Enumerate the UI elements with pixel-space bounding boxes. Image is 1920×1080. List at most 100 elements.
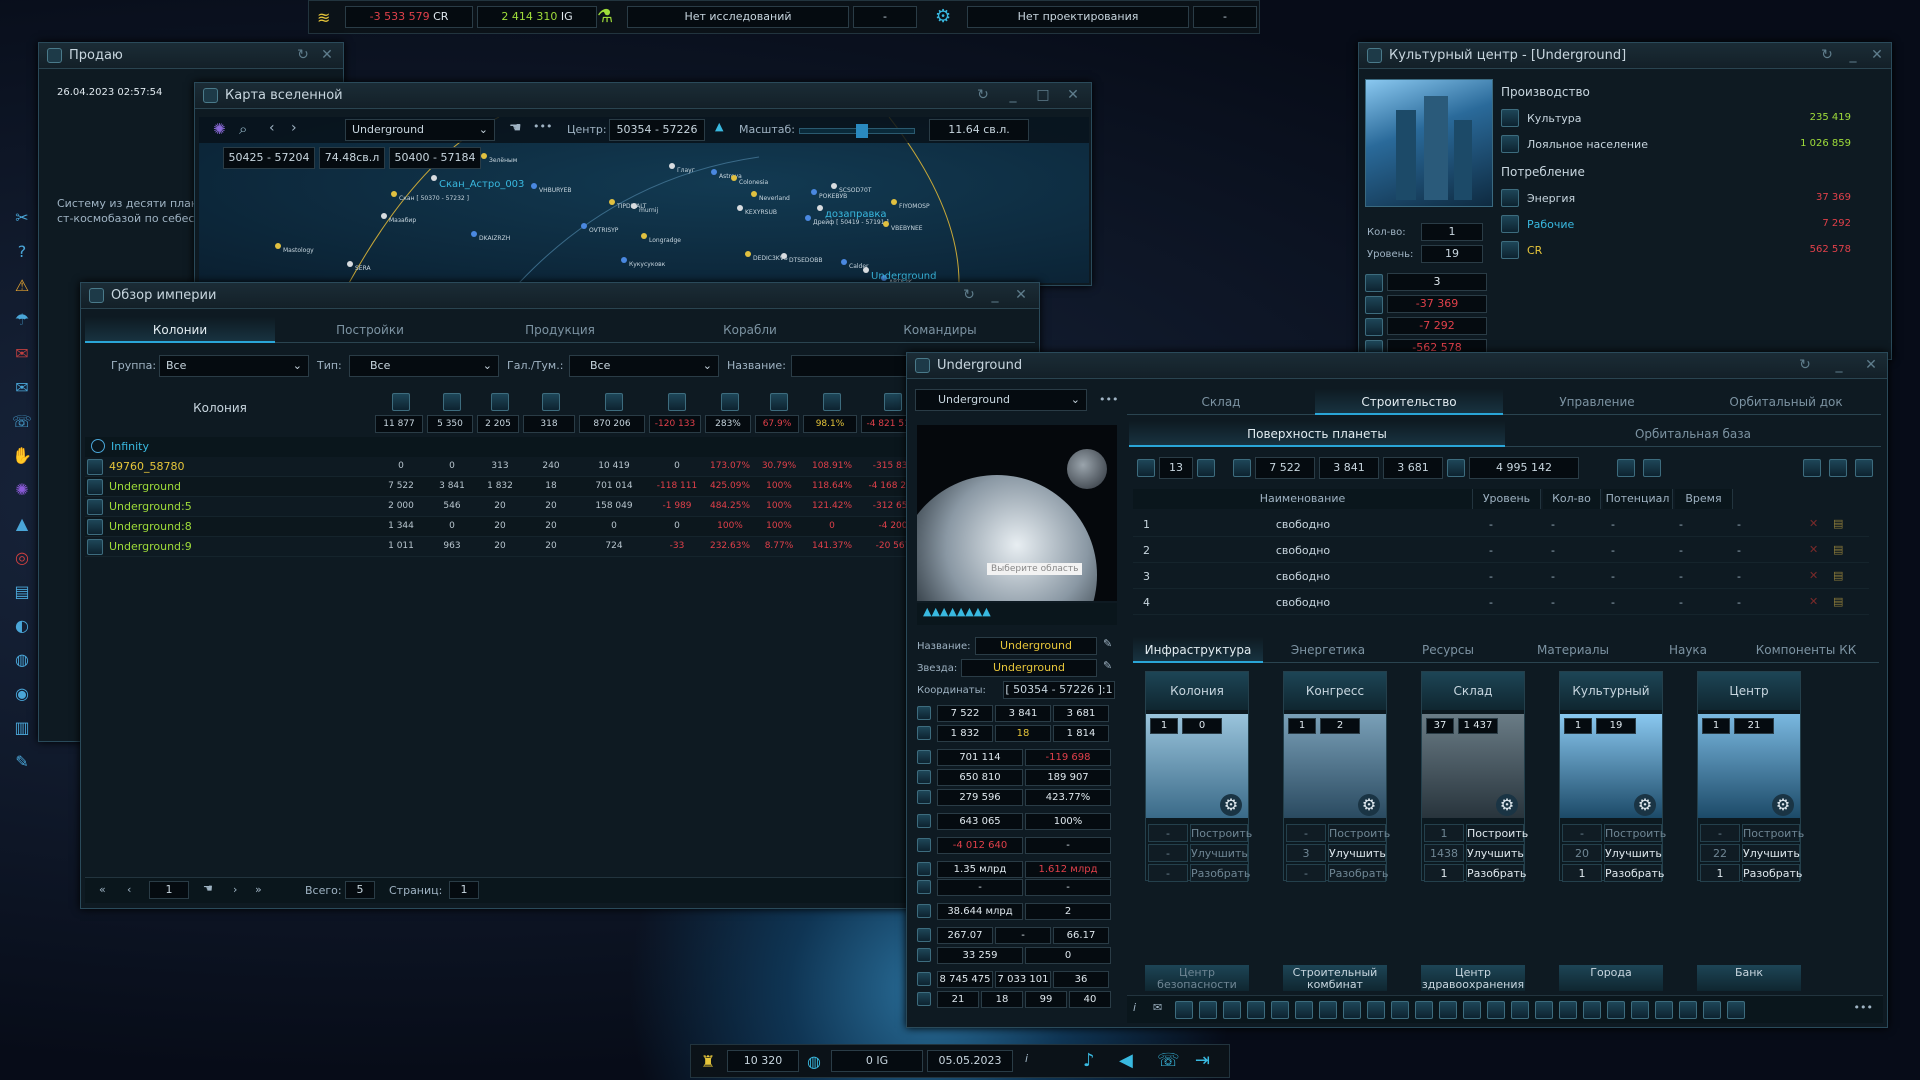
edit-icon[interactable]: ✎: [1103, 637, 1112, 650]
subtab-orbital-base[interactable]: Орбитальная база: [1505, 421, 1881, 447]
scale-slider[interactable]: [799, 124, 915, 138]
dismantle-button[interactable]: Разобрать: [1604, 864, 1664, 882]
hand-icon[interactable]: ☚: [509, 120, 522, 136]
forward-icon[interactable]: ›: [291, 120, 297, 136]
warning-icon[interactable]: ⚠: [10, 274, 34, 298]
minimize-icon[interactable]: _: [987, 287, 1003, 303]
map-titlebar[interactable]: Карта вселенной ↻ _ □ ✕: [195, 83, 1091, 109]
star-marker[interactable]: [431, 175, 437, 181]
category-tab[interactable]: Инфраструктура: [1133, 637, 1263, 663]
tab-production[interactable]: Продукция: [465, 317, 655, 343]
slot-row[interactable]: 2 свободно - - - - - ✕ ▤: [1133, 539, 1869, 563]
group-infinity-row[interactable]: Infinity: [85, 437, 1035, 457]
help-icon[interactable]: ?: [10, 240, 34, 264]
star-marker[interactable]: [609, 199, 615, 205]
build-slot-icon[interactable]: ▤: [1833, 543, 1843, 556]
settings-icon[interactable]: ✺: [213, 120, 226, 138]
building-card[interactable]: Культурный центр119⚙-Построить20Улучшить…: [1559, 671, 1666, 882]
toolbar-item-icon[interactable]: [1583, 1001, 1601, 1019]
slot-col-header[interactable]: Наименование: [1133, 489, 1473, 509]
ships-col-icon[interactable]: [668, 393, 686, 411]
toolbar-item-icon[interactable]: [1295, 1001, 1313, 1019]
toolbar-item-icon[interactable]: [1535, 1001, 1553, 1019]
info-icon[interactable]: i: [1133, 1001, 1136, 1014]
planet-icon[interactable]: ◐: [10, 614, 34, 638]
building-card[interactable]: Колония 1 0 ⚙ - Построить - Улучшить - Разобрать: [1145, 671, 1252, 882]
slot-col-header[interactable]: Время: [1675, 489, 1733, 509]
close-icon[interactable]: ✕: [319, 47, 335, 63]
toolbar-item-icon[interactable]: [1247, 1001, 1265, 1019]
book-icon[interactable]: ▤: [10, 580, 34, 604]
eye-icon[interactable]: ◉: [10, 682, 34, 706]
toolbar-item-icon[interactable]: [1319, 1001, 1337, 1019]
slot-col-header[interactable]: Кол-во: [1543, 489, 1601, 509]
delete-icon[interactable]: ✕: [1809, 517, 1818, 530]
build-slot-icon[interactable]: ▤: [1833, 517, 1843, 530]
page-input[interactable]: 1: [149, 881, 189, 899]
fleet-icon[interactable]: ▲: [10, 512, 34, 536]
toolbar-item-icon[interactable]: [1199, 1001, 1217, 1019]
category-tab[interactable]: Наука: [1643, 637, 1733, 663]
toolbar-item-icon[interactable]: [1463, 1001, 1481, 1019]
galaxy-icon[interactable]: ✺: [10, 478, 34, 502]
design-status[interactable]: Нет проектирования: [967, 6, 1189, 28]
star-marker[interactable]: [381, 213, 387, 219]
energy-col-icon[interactable]: [770, 393, 788, 411]
toolbar-item-icon[interactable]: [1223, 1001, 1241, 1019]
minimize-icon[interactable]: _: [1831, 357, 1847, 373]
tab-buildings[interactable]: Постройки: [275, 317, 465, 343]
ship-icon[interactable]: ▲: [715, 120, 723, 133]
toolbar-item-icon[interactable]: [1175, 1001, 1193, 1019]
upgrade-button[interactable]: Улучшить: [1466, 844, 1524, 862]
toolbar-item-icon[interactable]: [1559, 1001, 1577, 1019]
toolbar-item-icon[interactable]: [1511, 1001, 1529, 1019]
type-select[interactable]: Все ⌄: [349, 355, 499, 377]
refresh-icon[interactable]: ↻: [295, 47, 311, 63]
gal-select[interactable]: Все ⌄: [569, 355, 719, 377]
toolbar-item-icon[interactable]: [1391, 1001, 1409, 1019]
production-col-icon[interactable]: [491, 393, 509, 411]
fleet-icon[interactable]: ▲▲▲▲▲▲▲▲: [923, 605, 991, 618]
minimize-icon[interactable]: _: [1845, 47, 1861, 63]
dismantle-button[interactable]: Разобрать: [1328, 864, 1388, 882]
empire-titlebar[interactable]: Обзор империи ↻ _ ✕: [81, 283, 1039, 309]
center-coords[interactable]: 50354 - 57226: [609, 119, 705, 141]
mail-icon[interactable]: ✉: [1153, 1001, 1162, 1014]
building-card[interactable]: Склад 37 1 437 ⚙ 1 Построить 1438 Улучшить 1 Разо…: [1421, 671, 1528, 882]
map-system-select[interactable]: Underground ⌄: [345, 119, 495, 141]
happiness-col-icon[interactable]: [823, 393, 841, 411]
workers-col-icon[interactable]: [443, 393, 461, 411]
planet-selector[interactable]: Underground ⌄: [915, 389, 1087, 411]
hand-icon[interactable]: ☚: [203, 882, 213, 895]
star-marker[interactable]: [347, 261, 353, 267]
build-button[interactable]: Построить: [1190, 824, 1252, 842]
building-card-name[interactable]: Банк: [1697, 965, 1801, 991]
prev-page-icon[interactable]: ‹: [127, 883, 131, 896]
star-marker[interactable]: [817, 205, 823, 211]
colony-name[interactable]: Underground:9: [109, 540, 192, 553]
toolbar-item-icon[interactable]: [1415, 1001, 1433, 1019]
mail-icon[interactable]: ✉: [10, 342, 34, 366]
minimize-icon[interactable]: _: [1005, 87, 1021, 103]
star-marker[interactable]: [745, 251, 751, 257]
colony-name[interactable]: Underground:5: [109, 500, 192, 513]
more-icon[interactable]: •••: [1854, 1001, 1873, 1014]
table-row[interactable]: 49760_58780 0 0 313 240 10 419 0 173.07% 30.79% 1…: [85, 457, 1035, 477]
tab-storage[interactable]: Склад: [1127, 389, 1315, 415]
fleet-col-icon[interactable]: [542, 393, 560, 411]
exit-icon[interactable]: ⇥: [1195, 1050, 1210, 1071]
close-icon[interactable]: ✕: [1863, 357, 1879, 373]
build-button[interactable]: Построить: [1328, 824, 1390, 842]
toolbar-item-icon[interactable]: [1487, 1001, 1505, 1019]
star-marker[interactable]: [631, 203, 637, 209]
planet-image[interactable]: Выберите область: [917, 425, 1117, 601]
building-card[interactable]: Центр управления121⚙-Построить22Улучшить…: [1697, 671, 1804, 882]
view3-icon[interactable]: [1855, 459, 1873, 477]
map-canvas[interactable]: ✺ ⌕ ‹ › Underground ⌄ ☚ ••• Центр: 50354 …: [199, 117, 1089, 286]
tab-management[interactable]: Управление: [1503, 389, 1691, 415]
toolbar-item-icon[interactable]: [1655, 1001, 1673, 1019]
notes-icon[interactable]: ✎: [10, 750, 34, 774]
toolbar-item-icon[interactable]: [1439, 1001, 1457, 1019]
table-row[interactable]: Underground:9 1 011 963 20 20 724 -33 232.63% 8.…: [85, 537, 1035, 557]
star-marker[interactable]: [531, 183, 537, 189]
